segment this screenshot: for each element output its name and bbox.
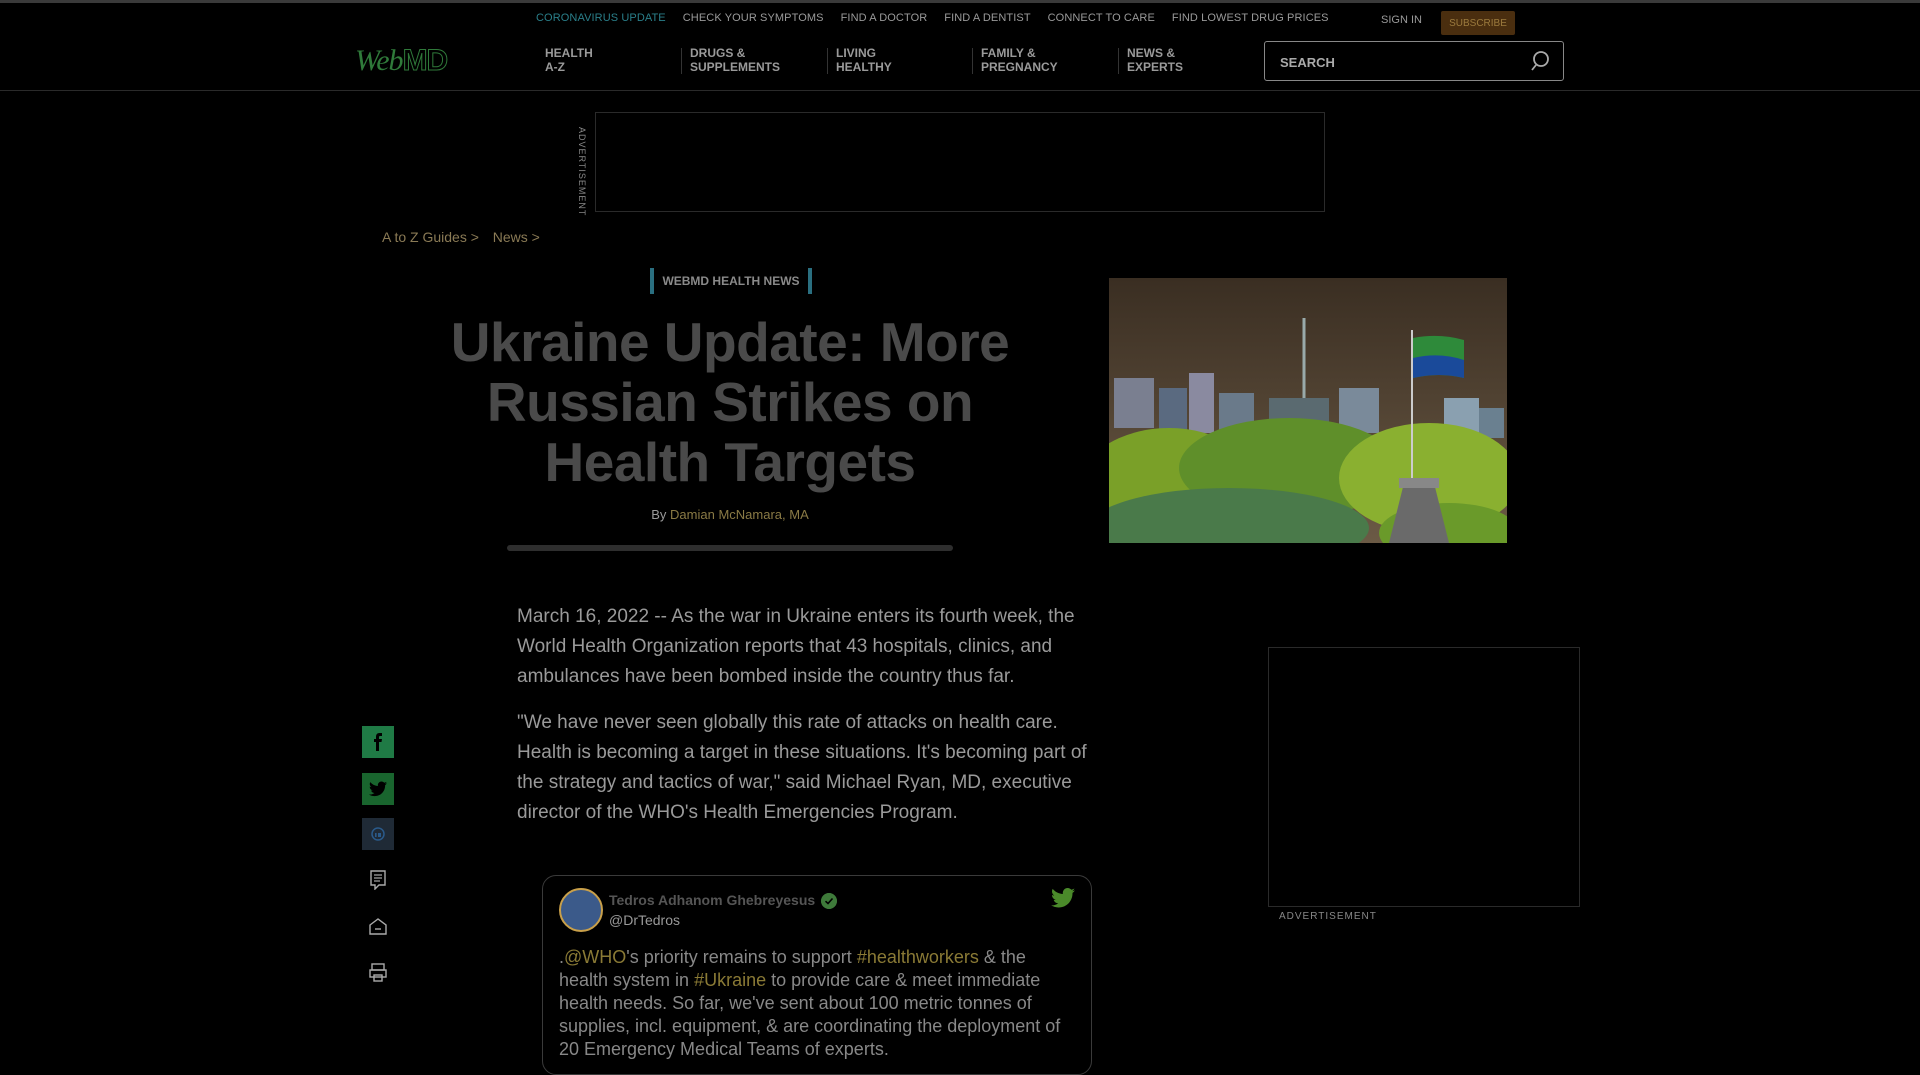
tweet-text: .@WHO's priority remains to support #hea… xyxy=(559,946,1079,1061)
side-ad[interactable] xyxy=(1268,647,1580,907)
linkedin-icon xyxy=(371,827,385,841)
nav-health-a-z[interactable]: HEALTH A-Z xyxy=(545,46,593,74)
nav-label: SUPPLEMENTS xyxy=(690,60,781,74)
verified-icon xyxy=(821,893,837,909)
nav-family-pregnancy[interactable]: FAMILY & PREGNANCY xyxy=(981,46,1058,74)
hero-image xyxy=(1109,278,1507,543)
subscribe-button[interactable]: SUBSCRIBE xyxy=(1441,11,1515,35)
home-icon xyxy=(369,918,387,935)
facebook-icon xyxy=(374,733,382,751)
nav-label: EXPERTS xyxy=(1127,60,1184,74)
twitter-icon xyxy=(369,781,387,797)
coronavirus-update-link[interactable]: CORONAVIRUS UPDATE xyxy=(536,12,666,24)
nav-label: HEALTHY xyxy=(836,60,892,74)
article-paragraph: March 16, 2022 -- As the war in Ukraine … xyxy=(517,606,1075,687)
nav-news-experts[interactable]: NEWS & EXPERTS xyxy=(1127,46,1183,74)
print-icon xyxy=(369,963,387,982)
tweet-link[interactable]: @WHO xyxy=(564,947,626,967)
embedded-tweet[interactable]: Tedros Adhanom Ghebreyesus @DrTedros .@W… xyxy=(542,875,1092,1075)
nav-living-healthy[interactable]: LIVING HEALTHY xyxy=(836,46,892,74)
tweet-link[interactable]: #Ukraine xyxy=(694,970,766,990)
logo-web: Web xyxy=(355,44,404,77)
print-button[interactable] xyxy=(362,956,394,988)
banner-ad[interactable] xyxy=(595,112,1325,212)
share-facebook-button[interactable] xyxy=(362,726,394,758)
nav-label: DRUGS & xyxy=(690,46,746,60)
top-border xyxy=(0,0,1920,3)
title-divider xyxy=(507,545,953,551)
nav-divider xyxy=(681,48,682,74)
nav-label: LIVING xyxy=(836,46,877,60)
tweet-link[interactable]: #healthworkers xyxy=(857,947,979,967)
nav-label: NEWS & xyxy=(1127,46,1175,60)
byline: By Damian McNamara, MA xyxy=(420,507,1040,522)
author-link[interactable]: Damian McNamara, MA xyxy=(670,507,809,522)
find-dentist-link[interactable]: FIND A DENTIST xyxy=(944,12,1030,24)
home-button[interactable] xyxy=(362,910,394,942)
breadcrumb: A to Z Guides > News > xyxy=(382,229,550,245)
section-kicker: WEBMD HEALTH NEWS xyxy=(650,268,812,294)
share-twitter-button[interactable] xyxy=(362,773,394,805)
drug-prices-link[interactable]: FIND LOWEST DRUG PRICES xyxy=(1172,12,1329,24)
sign-in-link[interactable]: SIGN IN xyxy=(1381,14,1422,26)
avatar[interactable] xyxy=(559,888,603,932)
byline-prefix: By xyxy=(651,507,671,522)
nav-label: A-Z xyxy=(545,60,565,74)
nav-divider xyxy=(972,48,973,74)
nav-label: PREGNANCY xyxy=(981,60,1058,74)
ad-label: ADVERTISEMENT xyxy=(1279,911,1377,922)
breadcrumb-news[interactable]: News > xyxy=(493,229,540,245)
nav-divider xyxy=(827,48,828,74)
search-icon[interactable] xyxy=(1531,50,1553,72)
ad-label: ADVERTISEMENT xyxy=(577,127,587,217)
utility-links: CORONAVIRUS UPDATE CHECK YOUR SYMPTOMS F… xyxy=(536,12,1346,24)
breadcrumb-a-to-z[interactable]: A to Z Guides > xyxy=(382,229,479,245)
nav-label: HEALTH xyxy=(545,46,593,60)
article-paragraph: "We have never seen globally this rate o… xyxy=(517,712,1087,823)
nav-divider xyxy=(1118,48,1119,74)
header-divider xyxy=(0,90,1920,91)
connect-to-care-link[interactable]: CONNECT TO CARE xyxy=(1048,12,1155,24)
nav-drugs-supplements[interactable]: DRUGS & SUPPLEMENTS xyxy=(690,46,780,74)
tweet-author-name[interactable]: Tedros Adhanom Ghebreyesus xyxy=(609,892,815,908)
twitter-bird-icon[interactable] xyxy=(1051,888,1075,908)
share-linkedin-button[interactable] xyxy=(362,818,394,850)
find-doctor-link[interactable]: FIND A DOCTOR xyxy=(841,12,928,24)
tweet-text-segment: 's priority remains to support xyxy=(626,947,857,967)
nav-label: FAMILY & xyxy=(981,46,1036,60)
logo-md: MD xyxy=(402,44,449,78)
comment-icon xyxy=(370,870,386,890)
webmd-logo[interactable]: WebMD xyxy=(355,44,449,78)
tweet-handle[interactable]: @DrTedros xyxy=(609,912,680,928)
article-title: Ukraine Update: More Russian Strikes on … xyxy=(450,311,1010,493)
search-box[interactable]: SEARCH xyxy=(1264,41,1564,81)
comment-button[interactable] xyxy=(362,864,394,896)
search-input[interactable]: SEARCH xyxy=(1280,55,1335,70)
check-symptoms-link[interactable]: CHECK YOUR SYMPTOMS xyxy=(683,12,824,24)
